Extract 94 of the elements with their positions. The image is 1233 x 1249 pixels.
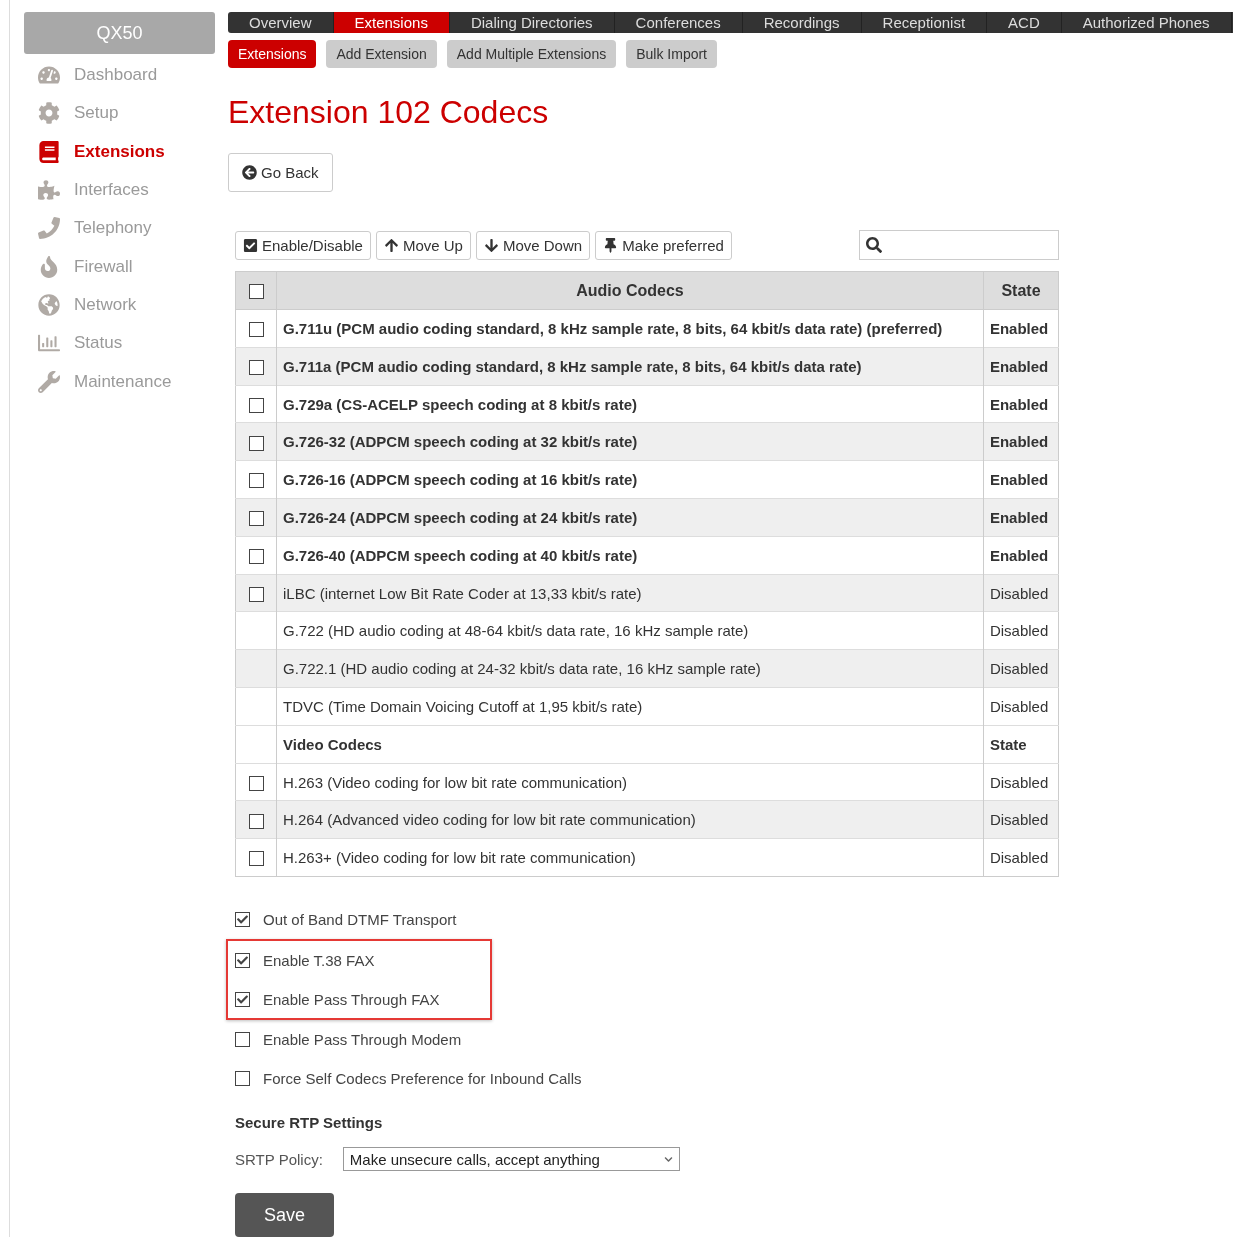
field-label: SRTP Policy: <box>235 1150 323 1168</box>
checkbox[interactable] <box>249 813 264 829</box>
codec-name: G.726-16 (ADPCM speech coding at 16 kbit/s rate) <box>276 460 984 499</box>
globe-icon <box>38 293 60 316</box>
codec-name: H.263+ (Video coding for low bit rate communication) <box>276 838 984 877</box>
nav-tab[interactable]: Dialing Directories <box>449 12 615 34</box>
nav-tab[interactable]: Overview <box>228 12 334 34</box>
checkbox[interactable] <box>249 473 264 489</box>
state-cell: Disabled <box>983 611 1059 650</box>
checkbox[interactable] <box>248 283 264 299</box>
brand-label: QX50 <box>24 12 215 54</box>
sub-tab[interactable]: Bulk Import <box>626 40 717 69</box>
nav-tab[interactable]: Authorized Phones <box>1061 12 1232 34</box>
search-icon <box>866 237 882 254</box>
save-button[interactable]: Save <box>235 1193 334 1237</box>
checkbox[interactable] <box>249 511 264 527</box>
option-label: Enable T.38 FAX <box>263 951 375 969</box>
arrow-down-icon <box>483 237 499 253</box>
codec-name: G.722.1 (HD audio coding at 24-32 kbit/s data rate, 16 kHz sample rate) <box>276 649 984 688</box>
pin-icon <box>603 237 619 253</box>
state-cell: Disabled <box>983 763 1059 801</box>
gauge-icon <box>38 64 60 87</box>
nav-tab[interactable]: Extensions <box>333 12 450 34</box>
state-cell: Enabled <box>983 309 1059 348</box>
state-cell: Enabled <box>983 460 1059 499</box>
checkbox[interactable] <box>249 435 264 451</box>
toolbar-button[interactable]: Make preferred <box>595 230 732 260</box>
checkbox[interactable] <box>235 991 250 1007</box>
checkbox[interactable] <box>249 549 264 564</box>
nav-tab[interactable]: Conferences <box>614 12 743 34</box>
state-cell: Enabled <box>983 347 1059 386</box>
column-header: Audio Codecs <box>276 271 984 310</box>
sub-tab[interactable]: Add Extension <box>326 40 437 69</box>
checkbox[interactable] <box>249 322 264 338</box>
state-cell: Disabled <box>983 687 1059 726</box>
codec-name: G.726-32 (ADPCM speech coding at 32 kbit/s rate) <box>276 422 984 461</box>
flame-icon <box>38 255 60 278</box>
checkbox[interactable] <box>249 775 264 791</box>
codec-name: TDVC (Time Domain Voicing Cutoff at 1,95 kbit/s rate) <box>276 687 984 726</box>
toolbar-button[interactable]: Move Up <box>375 230 471 260</box>
codec-name: G.726-24 (ADPCM speech coding at 24 kbit/s rate) <box>276 498 984 537</box>
sidebar-item[interactable]: Extensions <box>24 132 215 171</box>
codec-name: G.711u (PCM audio coding standard, 8 kHz sample rate, 8 bits, 64 kbit/s data rate) (preferred) <box>276 309 984 348</box>
checkbox[interactable] <box>249 397 264 413</box>
puzzle-icon <box>38 179 60 202</box>
state-cell: Enabled <box>983 498 1059 537</box>
page-title: Extension 102 Codecs <box>228 94 550 132</box>
option-label: Enable Pass Through Modem <box>263 1031 462 1049</box>
toolbar-button[interactable]: Move Down <box>475 230 591 260</box>
codec-name: G.722 (HD audio coding at 48-64 kbit/s data rate, 16 kHz sample rate) <box>276 611 984 650</box>
chevron-icon <box>663 1154 673 1164</box>
state-cell: Disabled <box>983 838 1059 877</box>
checkbox[interactable] <box>235 911 250 927</box>
checkbox[interactable] <box>235 1071 250 1087</box>
state-cell: Enabled <box>983 422 1059 461</box>
state-cell: Disabled <box>983 649 1059 688</box>
nav-tab[interactable]: Receptionist <box>861 12 988 34</box>
section-heading: Secure RTP Settings <box>235 1114 384 1131</box>
nav-tab[interactable]: Recordings <box>742 12 862 34</box>
section-header: Video Codecs <box>276 725 984 764</box>
checkbox[interactable] <box>249 851 264 867</box>
srtp-policy-select[interactable]: Make unsecure calls, accept anything <box>342 1147 680 1171</box>
codec-name: iLBC (internet Low Bit Rate Coder at 13,33 kbit/s rate) <box>276 574 984 612</box>
codec-name: G.729a (CS-ACELP speech coding at 8 kbit/s rate) <box>276 385 984 423</box>
column-header: State <box>983 725 1059 764</box>
codec-name: H.263 (Video coding for low bit rate communication) <box>276 763 984 801</box>
back-arrow-icon <box>242 165 257 181</box>
wrench-icon <box>38 370 60 393</box>
checkbox[interactable] <box>249 360 264 375</box>
checkbox[interactable] <box>235 1032 250 1048</box>
arrow-up-icon <box>383 237 399 253</box>
option-label: Force Self Codecs Preference for Inbound Calls <box>263 1070 582 1088</box>
sub-tab[interactable]: Add Multiple Extensions <box>446 40 617 69</box>
column-header: State <box>983 271 1059 310</box>
option-label: Out of Band DTMF Transport <box>263 910 457 928</box>
toolbar-button[interactable]: Enable/Disable <box>235 230 371 260</box>
codec-name: H.264 (Advanced video coding for low bit rate communication) <box>276 800 984 839</box>
codec-name: G.711a (PCM audio coding standard, 8 kHz sample rate, 8 bits, 64 kbit/s data rate) <box>276 347 984 386</box>
nav-tab[interactable]: ACD <box>987 12 1062 34</box>
book-icon <box>38 140 60 163</box>
gear-icon <box>38 102 60 125</box>
search-field[interactable] <box>859 230 1059 261</box>
state-cell: Enabled <box>983 385 1059 423</box>
state-cell: Disabled <box>983 800 1059 839</box>
codec-name: G.726-40 (ADPCM speech coding at 40 kbit/s rate) <box>276 536 984 575</box>
checkbox-icon <box>243 237 258 253</box>
checkbox[interactable] <box>249 586 264 602</box>
sub-tab[interactable]: Extensions <box>228 40 317 69</box>
state-cell: Disabled <box>983 574 1059 612</box>
checkbox[interactable] <box>235 952 250 968</box>
go-back-button[interactable]: Go Back <box>228 153 333 193</box>
option-label: Enable Pass Through FAX <box>263 990 440 1008</box>
phone-icon <box>38 217 60 240</box>
state-cell: Enabled <box>983 536 1059 575</box>
